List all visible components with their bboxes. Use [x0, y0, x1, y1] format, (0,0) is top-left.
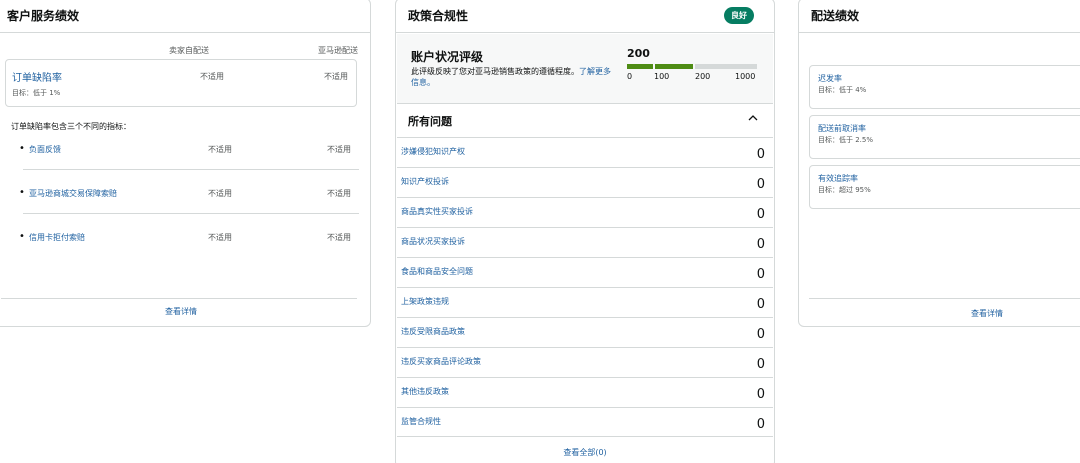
- issue-label[interactable]: 上架政策违规: [401, 296, 449, 307]
- scale-label: 200: [695, 72, 711, 81]
- chargeback-claims-link[interactable]: 信用卡拒付索赔: [29, 232, 85, 243]
- issue-label[interactable]: 违反买家商品评论政策: [401, 356, 481, 367]
- divider: [23, 169, 359, 170]
- issue-row[interactable]: 商品真实性买家投诉 0: [397, 197, 773, 227]
- issue-label[interactable]: 其他违反政策: [401, 386, 449, 397]
- column-headers: 卖家自配送 亚马逊配送: [163, 45, 358, 56]
- metric-target: 目标：超过 95%: [818, 186, 871, 194]
- view-details-link[interactable]: 查看详情: [165, 306, 197, 317]
- account-health-description: 此评级反映了您对亚马逊销售政策的遵循程度。了解更多信息。: [411, 66, 616, 88]
- pre-fulfillment-cancel-rate-link[interactable]: 配送前取消率: [818, 123, 866, 134]
- seller-value: 不适用: [208, 145, 232, 154]
- odr-includes-text: 订单缺陷率包含三个不同的指标：: [11, 122, 131, 131]
- view-details-link[interactable]: 查看详情: [971, 308, 1003, 319]
- score-bar-segment: [627, 64, 653, 69]
- status-badge: 良好: [724, 7, 754, 24]
- customer-service-card: 客户服务绩效 卖家自配送 亚马逊配送 订单缺陷率 目标：低于 1% 不适用 不适…: [0, 0, 371, 327]
- bullet: •: [19, 187, 25, 198]
- issue-count: 0: [756, 267, 765, 282]
- issue-count: 0: [756, 297, 765, 312]
- metric-target: 目标：低于 4%: [818, 86, 867, 94]
- issue-label[interactable]: 违反受限商品政策: [401, 326, 465, 337]
- metric-row: • 信用卡拒付索赔 不适用 不适用: [19, 232, 359, 262]
- issue-row[interactable]: 商品状况买家投诉 0: [397, 227, 773, 257]
- issue-count: 0: [756, 387, 765, 402]
- issue-row[interactable]: 违反买家商品评论政策 0: [397, 347, 773, 377]
- issue-row[interactable]: 上架政策违规 0: [397, 287, 773, 317]
- cancel-rate-box: 配送前取消率 目标：低于 2.5%: [809, 115, 1080, 159]
- issue-label[interactable]: 监管合规性: [401, 416, 441, 427]
- account-health-panel: 账户状况评级 此评级反映了您对亚马逊销售政策的遵循程度。了解更多信息。 200 …: [397, 34, 773, 104]
- a-to-z-claims-link[interactable]: 亚马逊商城交易保障索赔: [29, 188, 117, 199]
- amazon-value: 不适用: [327, 233, 351, 242]
- issue-row[interactable]: 知识产权投诉 0: [397, 167, 773, 197]
- odr-target: 目标：低于 1%: [12, 89, 61, 97]
- policy-compliance-title: 政策合规性: [396, 0, 774, 33]
- score-bar-segment: [655, 64, 693, 69]
- score-bar-segment: [695, 64, 757, 69]
- issue-count: 0: [756, 207, 765, 222]
- shipping-performance-card: 配送绩效 迟发率 目标：低于 4% 配送前取消率 目标：低于 2.5% 有效追踪…: [798, 0, 1080, 327]
- issue-row[interactable]: 其他违反政策 0: [397, 377, 773, 407]
- amazon-value: 不适用: [327, 145, 351, 154]
- late-shipment-box: 迟发率 目标：低于 4%: [809, 65, 1080, 109]
- issue-label[interactable]: 商品真实性买家投诉: [401, 206, 473, 217]
- seller-value: 不适用: [208, 233, 232, 242]
- issue-count: 0: [756, 147, 765, 162]
- footer-divider: [809, 298, 1080, 299]
- valid-tracking-box: 有效追踪率 目标：超过 95%: [809, 165, 1080, 209]
- issue-row[interactable]: 涉嫌侵犯知识产权 0: [397, 137, 773, 167]
- scale-label: 100: [654, 72, 670, 81]
- amazon-value: 不适用: [327, 189, 351, 198]
- negative-feedback-link[interactable]: 负面反馈: [29, 144, 61, 155]
- col-amazon-fulfilled: 亚马逊配送: [318, 46, 358, 55]
- scale-label: 1000: [735, 72, 756, 81]
- issue-row[interactable]: 违反受限商品政策 0: [397, 317, 773, 347]
- account-health-title: 账户状况评级: [411, 50, 484, 64]
- odr-box: 订单缺陷率 目标：低于 1% 不适用 不适用: [5, 59, 357, 107]
- all-issues-title: 所有问题: [408, 115, 452, 128]
- issue-row[interactable]: 食品和商品安全问题 0: [397, 257, 773, 287]
- divider: [23, 213, 359, 214]
- health-score: 200: [627, 47, 650, 60]
- bullet: •: [19, 143, 25, 154]
- issue-label[interactable]: 涉嫌侵犯知识产权: [401, 146, 465, 157]
- late-shipment-rate-link[interactable]: 迟发率: [818, 73, 842, 84]
- issue-label[interactable]: 食品和商品安全问题: [401, 266, 473, 277]
- col-seller-fulfilled: 卖家自配送: [169, 46, 209, 55]
- metric-target: 目标：低于 2.5%: [818, 136, 874, 144]
- issue-row[interactable]: 监管合规性 0: [397, 407, 773, 437]
- shipping-performance-title: 配送绩效: [799, 0, 1080, 33]
- issue-count: 0: [756, 237, 765, 252]
- valid-tracking-rate-link[interactable]: 有效追踪率: [818, 173, 858, 184]
- footer-divider: [1, 298, 357, 299]
- scale-label: 0: [627, 72, 633, 81]
- odr-link[interactable]: 订单缺陷率: [12, 69, 62, 84]
- customer-service-title: 客户服务绩效: [0, 0, 370, 33]
- health-description-text: 此评级反映了您对亚马逊销售政策的遵循程度。: [411, 67, 579, 76]
- seller-value: 不适用: [208, 189, 232, 198]
- issue-count: 0: [756, 177, 765, 192]
- policy-compliance-card: 政策合规性 良好 账户状况评级 此评级反映了您对亚马逊销售政策的遵循程度。了解更…: [395, 0, 775, 463]
- odr-seller-value: 不适用: [200, 72, 224, 81]
- issue-count: 0: [756, 357, 765, 372]
- issue-label[interactable]: 商品状况买家投诉: [401, 236, 465, 247]
- odr-amazon-value: 不适用: [324, 72, 348, 81]
- chevron-up-icon[interactable]: [748, 112, 758, 125]
- bullet: •: [19, 231, 25, 242]
- issue-count: 0: [756, 417, 765, 432]
- issue-label[interactable]: 知识产权投诉: [401, 176, 449, 187]
- view-all-link[interactable]: 查看全部(0): [397, 436, 773, 463]
- issue-count: 0: [756, 327, 765, 342]
